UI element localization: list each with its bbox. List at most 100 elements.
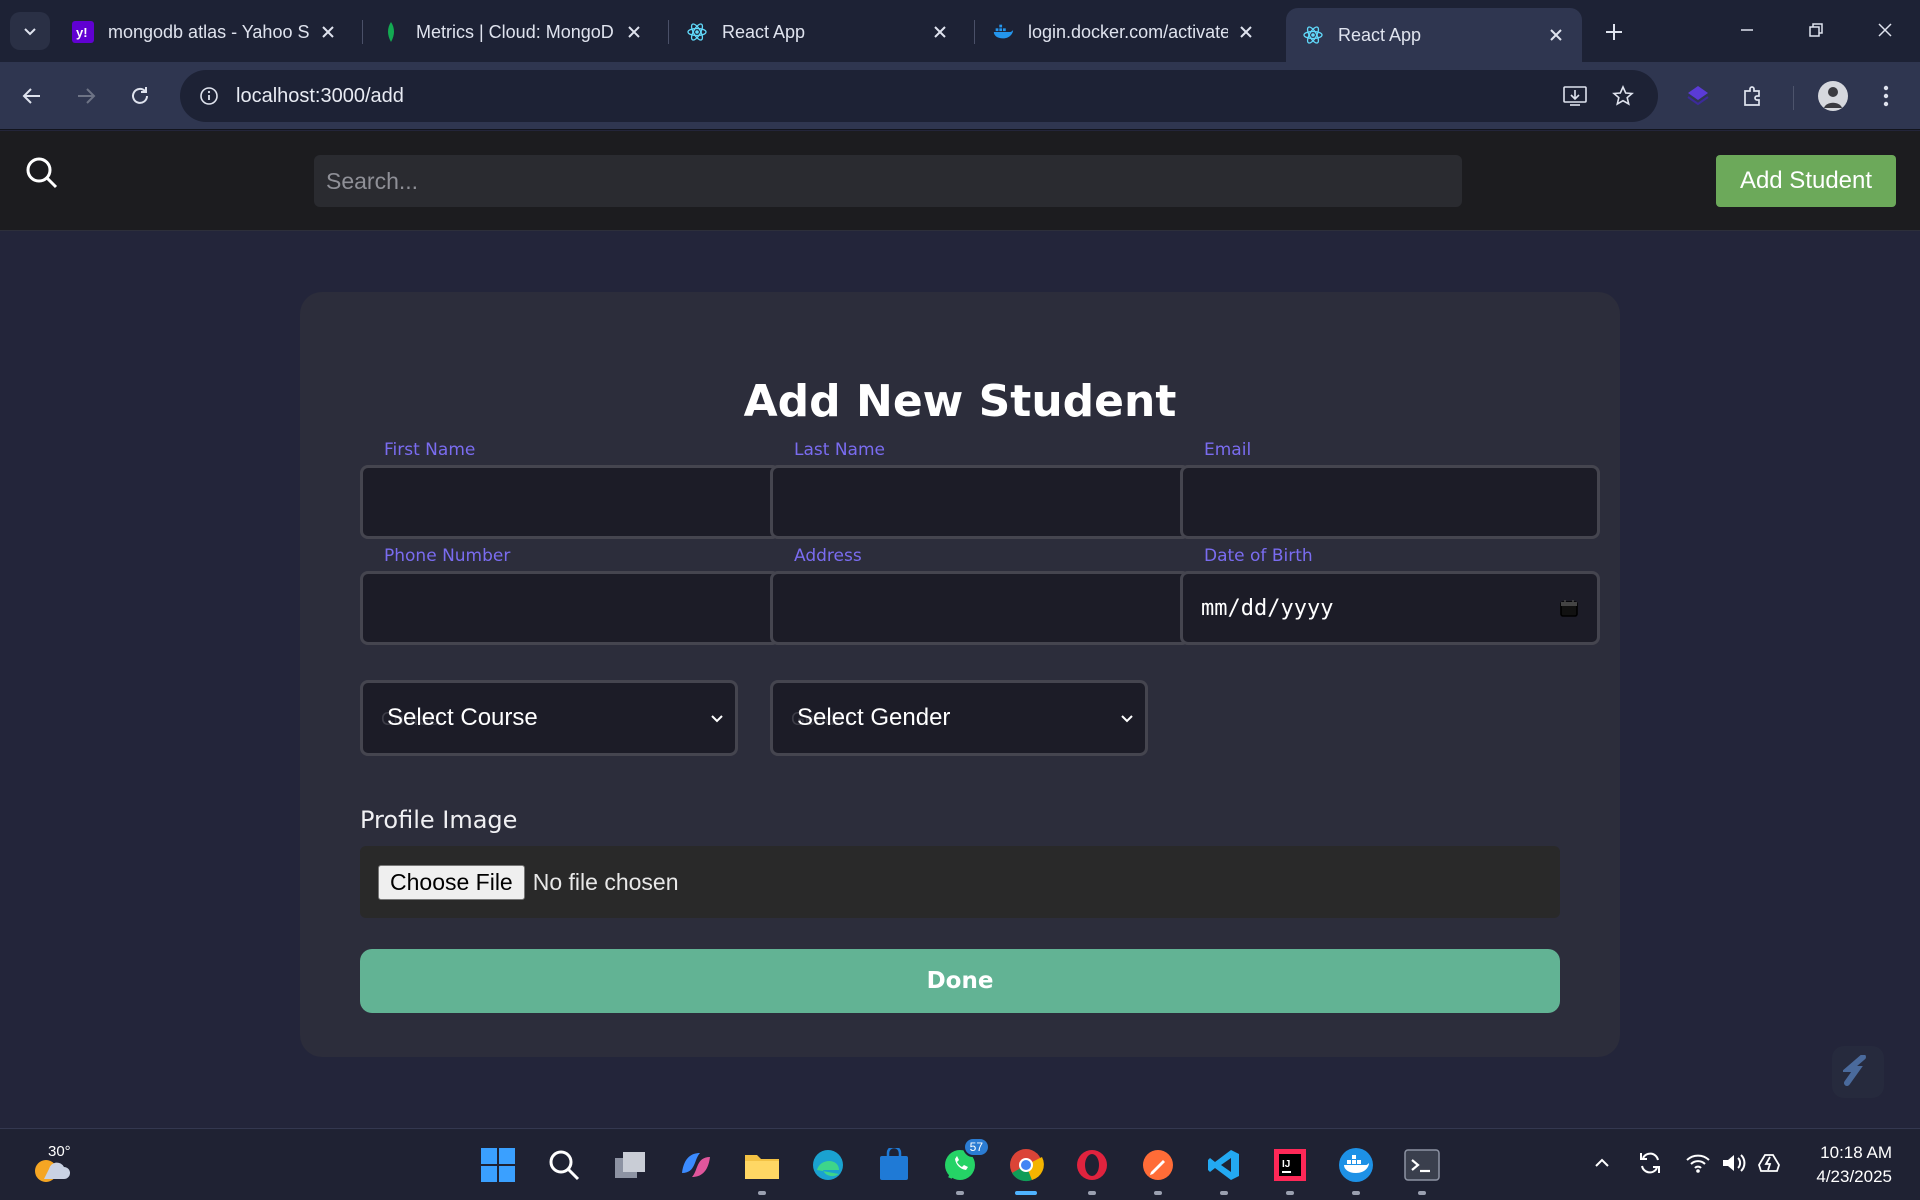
course-select[interactable]: Course Select Course bbox=[360, 680, 738, 756]
edge-button[interactable] bbox=[806, 1143, 850, 1187]
sync-tray-button[interactable] bbox=[1634, 1147, 1666, 1179]
page-title: Add New Student bbox=[743, 376, 1177, 427]
svg-text:IJ: IJ bbox=[1282, 1159, 1290, 1170]
done-button[interactable]: Done bbox=[360, 949, 1560, 1013]
more-vertical-icon bbox=[1883, 85, 1889, 107]
start-button[interactable] bbox=[476, 1143, 520, 1187]
running-indicator bbox=[1088, 1191, 1096, 1195]
tab-yahoo[interactable]: y! mongodb atlas - Yahoo S bbox=[56, 8, 354, 56]
browser-toolbar: localhost:3000/add bbox=[0, 62, 1920, 130]
copilot-button[interactable] bbox=[674, 1143, 718, 1187]
mongodb-leaf-icon bbox=[380, 21, 402, 43]
whatsapp-button[interactable]: 57 bbox=[938, 1137, 990, 1195]
close-icon[interactable] bbox=[624, 22, 644, 42]
close-window-button[interactable] bbox=[1862, 10, 1908, 50]
vscode-button[interactable] bbox=[1202, 1143, 1246, 1195]
close-icon[interactable] bbox=[1236, 22, 1256, 42]
choose-file-button[interactable]: Choose File bbox=[378, 864, 525, 900]
taskbar-search-button[interactable] bbox=[542, 1143, 586, 1187]
close-icon[interactable] bbox=[318, 22, 338, 42]
arrow-left-icon bbox=[22, 88, 40, 104]
chevron-down-icon bbox=[711, 715, 723, 723]
tab-docker-login[interactable]: login.docker.com/activate bbox=[976, 8, 1272, 56]
browser-menu-button[interactable] bbox=[1866, 76, 1906, 116]
date-placeholder: mm/dd/yyyy bbox=[1201, 595, 1334, 621]
phone-number-field[interactable] bbox=[360, 571, 780, 645]
system-clock[interactable]: 10:18 AM 4/23/2025 bbox=[1816, 1141, 1892, 1189]
weather-temperature: 30° bbox=[48, 1143, 71, 1160]
terminal-button[interactable] bbox=[1400, 1143, 1444, 1195]
running-indicator bbox=[1352, 1191, 1360, 1195]
new-tab-button[interactable] bbox=[1596, 14, 1632, 50]
opera-button[interactable] bbox=[1070, 1143, 1114, 1195]
search-icon bbox=[549, 1150, 580, 1181]
tab-search-dropdown[interactable] bbox=[10, 12, 50, 50]
extensions-menu-button[interactable] bbox=[1733, 76, 1773, 116]
tab-title: mongodb atlas - Yahoo S bbox=[108, 21, 310, 42]
docker-icon bbox=[992, 21, 1014, 43]
folder-icon bbox=[745, 1155, 779, 1179]
forward-button[interactable] bbox=[66, 76, 106, 116]
restore-button[interactable] bbox=[1793, 10, 1839, 50]
layers-extension-icon bbox=[1687, 86, 1709, 106]
tab-title: React App bbox=[722, 21, 806, 42]
intellij-button[interactable]: IJ bbox=[1268, 1143, 1312, 1195]
close-icon[interactable] bbox=[1546, 25, 1566, 45]
profile-button[interactable] bbox=[1813, 76, 1853, 116]
address-label: Address bbox=[794, 546, 862, 566]
react-icon bbox=[1302, 24, 1324, 46]
floating-extension-button[interactable] bbox=[1832, 1046, 1884, 1098]
battery-button[interactable] bbox=[1754, 1147, 1786, 1179]
chrome-button[interactable] bbox=[1004, 1143, 1048, 1195]
back-button[interactable] bbox=[12, 76, 52, 116]
wifi-button[interactable] bbox=[1682, 1147, 1714, 1179]
battery-charging-icon bbox=[1758, 1154, 1780, 1172]
running-indicator bbox=[1286, 1191, 1294, 1195]
course-select-value: Select Course bbox=[387, 704, 538, 731]
vscode-icon bbox=[1208, 1150, 1239, 1180]
tab-react-app[interactable]: React App bbox=[670, 8, 966, 56]
extension-button[interactable] bbox=[1678, 76, 1718, 116]
email-field[interactable] bbox=[1180, 465, 1600, 539]
tab-separator bbox=[362, 20, 363, 44]
docker-icon bbox=[1339, 1148, 1373, 1182]
first-name-field[interactable] bbox=[360, 465, 780, 539]
reload-button[interactable] bbox=[120, 76, 160, 116]
chrome-icon bbox=[1010, 1149, 1044, 1182]
add-student-button[interactable]: Add Student bbox=[1716, 155, 1896, 207]
edge-icon bbox=[813, 1150, 843, 1180]
address-field[interactable] bbox=[770, 571, 1190, 645]
gender-select[interactable]: Gender Select Gender bbox=[770, 680, 1148, 756]
date-of-birth-field[interactable]: mm/dd/yyyy bbox=[1180, 571, 1600, 645]
bookmark-button[interactable] bbox=[1603, 76, 1643, 116]
minimize-button[interactable] bbox=[1724, 10, 1770, 50]
store-icon bbox=[880, 1148, 908, 1180]
calendar-icon[interactable] bbox=[1559, 598, 1579, 618]
tab-separator bbox=[668, 20, 669, 44]
volume-button[interactable] bbox=[1718, 1147, 1750, 1179]
search-icon[interactable] bbox=[24, 155, 60, 191]
file-explorer-button[interactable] bbox=[740, 1143, 784, 1195]
slash-logo-icon bbox=[1843, 1055, 1866, 1086]
task-view-button[interactable] bbox=[608, 1143, 652, 1187]
close-icon[interactable] bbox=[930, 22, 950, 42]
address-bar[interactable]: localhost:3000/add bbox=[180, 70, 1658, 122]
tab-react-app-active[interactable]: React App bbox=[1286, 8, 1582, 62]
url-text: localhost:3000/add bbox=[236, 84, 404, 107]
last-name-field[interactable] bbox=[770, 465, 1190, 539]
show-hidden-icons-button[interactable] bbox=[1586, 1147, 1618, 1179]
tab-mongodb[interactable]: Metrics | Cloud: MongoD bbox=[364, 8, 660, 56]
clock-time: 10:18 AM bbox=[1820, 1143, 1892, 1162]
windows-icon bbox=[481, 1148, 515, 1182]
docker-desktop-button[interactable] bbox=[1334, 1143, 1378, 1195]
site-info-icon[interactable] bbox=[194, 81, 224, 111]
postman-button[interactable] bbox=[1136, 1143, 1180, 1195]
wifi-icon bbox=[1686, 1154, 1710, 1173]
add-student-form: Add New Student First Name Last Name Ema… bbox=[300, 292, 1620, 1057]
file-status: No file chosen bbox=[532, 868, 679, 895]
search-input[interactable] bbox=[314, 155, 1462, 207]
chevron-down-icon bbox=[24, 28, 36, 36]
store-button[interactable] bbox=[872, 1143, 916, 1187]
install-app-button[interactable] bbox=[1555, 76, 1595, 116]
plus-icon bbox=[1606, 24, 1622, 40]
